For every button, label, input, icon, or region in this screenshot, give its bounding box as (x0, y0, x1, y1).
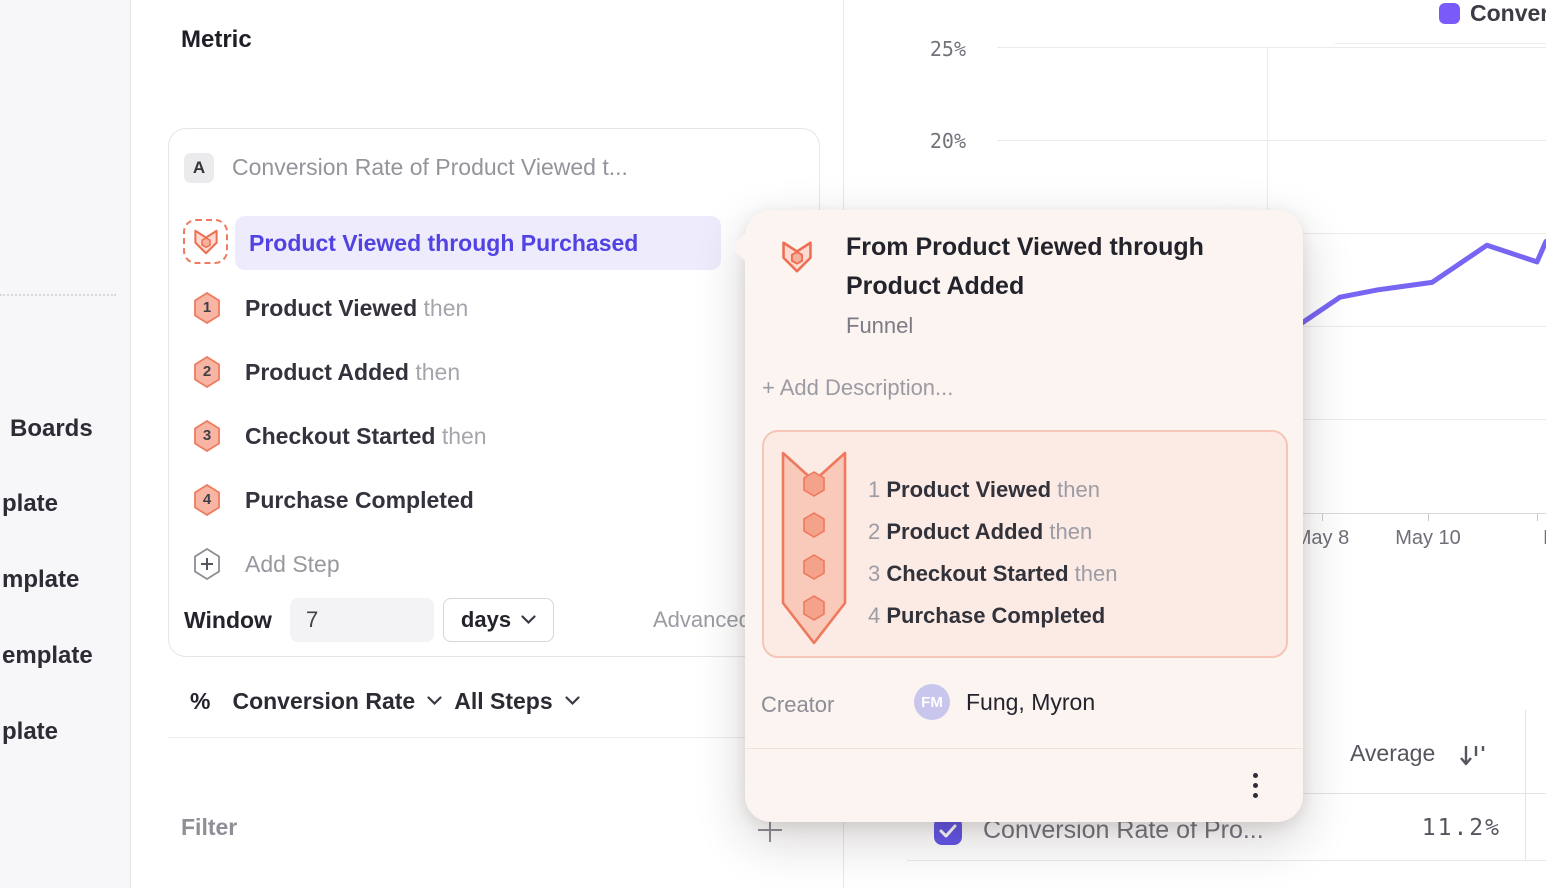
sidebar: Boards plate mplate emplate plate (0, 0, 131, 888)
popover-step-3-then: then (1075, 561, 1118, 586)
popover-step-1-then: then (1057, 477, 1100, 502)
sidebar-item-boards[interactable]: Boards (10, 415, 93, 443)
check-icon (939, 824, 957, 838)
creator-label: Creator (761, 692, 834, 718)
sidebar-item-template-2[interactable]: mplate (2, 566, 79, 594)
sort-descending-icon[interactable] (1458, 742, 1486, 770)
chevron-down-icon[interactable] (565, 696, 580, 706)
window-input[interactable] (290, 598, 434, 642)
popover-step-3-name: Checkout Started (886, 561, 1068, 586)
step-1-number: 1 (193, 299, 221, 316)
add-step-hexagon-icon (193, 548, 221, 580)
table-row-average-value: 11.2% (1391, 815, 1501, 841)
window-unit-value: days (461, 607, 511, 633)
average-column-header[interactable]: Average (1350, 740, 1435, 767)
step-3-name: Checkout Started (245, 423, 435, 449)
table-column-divider (1525, 710, 1526, 860)
metric-heading: Metric (181, 26, 252, 54)
step-1-name: Product Viewed (245, 295, 417, 321)
kebab-menu-icon[interactable] (1253, 773, 1259, 801)
measurement-row: % Conversion Rate All Steps (190, 686, 580, 716)
creator-avatar: FM (914, 684, 950, 720)
metric-panel: Metric A Conversion Rate of Product View… (131, 0, 844, 888)
funnel-icon (191, 227, 221, 257)
funnel-banner-icon (780, 450, 848, 648)
popover-step-2: 2 Product Added then (868, 520, 1092, 544)
table-row-border (907, 860, 1546, 861)
popover-type-label: Funnel (846, 313, 913, 339)
popover-step-2-num: 2 (868, 519, 880, 544)
popover-step-4-num: 4 (868, 603, 880, 628)
section-divider (168, 737, 820, 738)
step-4-name: Purchase Completed (245, 487, 474, 513)
step-3-number: 3 (193, 427, 221, 444)
window-unit-select[interactable]: days (443, 598, 554, 642)
step-2-number: 2 (193, 363, 221, 380)
selected-funnel-label: Product Viewed through Purchased (249, 230, 638, 257)
sidebar-item-template-3[interactable]: emplate (2, 642, 93, 670)
step-2-name: Product Added (245, 359, 409, 385)
popover-step-3-num: 3 (868, 561, 880, 586)
step-row-3[interactable]: Checkout Started then (245, 420, 487, 452)
step-2-then: then (415, 359, 460, 385)
filter-heading: Filter (181, 814, 237, 841)
series-title[interactable]: Conversion Rate of Product Viewed t... (232, 154, 628, 181)
popover-step-1: 1 Product Viewed then (868, 478, 1100, 502)
step-1-then: then (424, 295, 469, 321)
window-label: Window (184, 598, 272, 642)
popover-step-2-then: then (1049, 519, 1092, 544)
metric-card: A Conversion Rate of Product Viewed t...… (168, 128, 820, 657)
chevron-down-icon[interactable] (427, 696, 442, 706)
funnel-icon (778, 238, 816, 276)
conversion-line-path (1296, 241, 1546, 327)
all-steps-dropdown[interactable]: All Steps (454, 688, 552, 715)
popover-step-4-name: Purchase Completed (886, 603, 1105, 628)
add-description-button[interactable]: + Add Description... (762, 375, 953, 401)
step-row-4[interactable]: Purchase Completed (245, 484, 474, 516)
step-row-1[interactable]: Product Viewed then (245, 292, 468, 324)
add-step-button[interactable]: Add Step (245, 548, 340, 580)
funnel-event-iconbox[interactable] (183, 219, 228, 264)
step-3-then: then (442, 423, 487, 449)
sidebar-item-template-1[interactable]: plate (2, 490, 58, 518)
popover-title: From Product Viewed through Product Adde… (846, 228, 1276, 306)
sidebar-item-template-4[interactable]: plate (2, 718, 58, 746)
conversion-rate-dropdown[interactable]: Conversion Rate (232, 688, 415, 715)
chevron-down-icon (521, 615, 536, 625)
popover-footer-divider (745, 748, 1303, 749)
percent-symbol: % (190, 688, 210, 715)
step-4-number: 4 (193, 491, 221, 508)
funnel-steps-card: 1 Product Viewed then 2 Product Added th… (762, 430, 1288, 658)
series-a-badge: A (184, 153, 214, 183)
popover-step-4: 4 Purchase Completed (868, 604, 1105, 628)
selected-funnel[interactable]: Product Viewed through Purchased (235, 216, 721, 270)
popover-step-2-name: Product Added (886, 519, 1043, 544)
sidebar-divider (0, 294, 116, 296)
popover-step-3: 3 Checkout Started then (868, 562, 1117, 586)
advanced-link[interactable]: Advanced (653, 598, 751, 642)
popover-step-1-num: 1 (868, 477, 880, 502)
funnel-details-popover: From Product Viewed through Product Adde… (745, 210, 1303, 822)
popover-step-1-name: Product Viewed (886, 477, 1051, 502)
step-row-2[interactable]: Product Added then (245, 356, 460, 388)
creator-name: Fung, Myron (966, 689, 1095, 716)
